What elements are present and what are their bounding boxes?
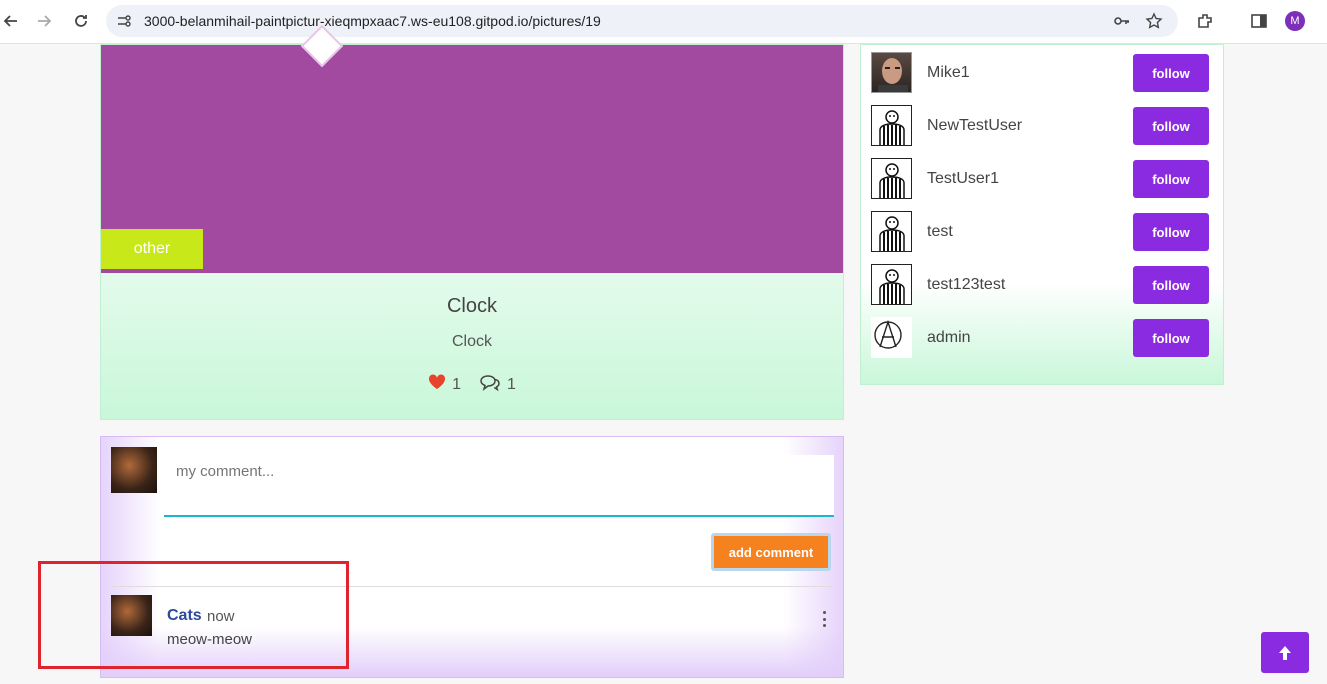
heart-icon[interactable] (428, 374, 446, 395)
side-panel-icon[interactable] (1248, 10, 1270, 32)
browser-toolbar: 3000-belanmihail-paintpictur-xieqmpxaac7… (0, 0, 1327, 44)
post-title: Clock (446, 295, 497, 317)
current-user-avatar (111, 447, 157, 493)
anarchy-avatar-icon[interactable] (871, 317, 912, 358)
user-row: admin follow (871, 317, 1211, 359)
likes-count: 1 (452, 375, 461, 393)
comments-icon[interactable] (479, 373, 501, 396)
user-row: Mike1 follow (871, 52, 1211, 94)
url-text[interactable]: 3000-belanmihail-paintpictur-xieqmpxaac7… (144, 13, 601, 29)
user-name[interactable]: Mike1 (927, 64, 970, 82)
suggested-users-panel: Mike1 follow NewTestUser follow TestUser… (860, 44, 1224, 385)
user-row: test follow (871, 211, 1211, 253)
default-avatar-icon[interactable] (871, 105, 912, 146)
profile-avatar[interactable]: M (1285, 11, 1305, 31)
follow-button[interactable]: follow (1133, 107, 1209, 145)
post-card: other Clock Clock 1 1 (100, 24, 844, 420)
user-row: test123test follow (871, 264, 1211, 306)
follow-button[interactable]: follow (1133, 319, 1209, 357)
scroll-to-top-button[interactable] (1261, 632, 1309, 673)
highlight-annotation (38, 561, 349, 669)
follow-button[interactable]: follow (1133, 213, 1209, 251)
post-description: Clock (451, 333, 492, 350)
comments-count: 1 (507, 375, 516, 393)
forward-arrow-icon[interactable] (33, 10, 55, 32)
add-comment-button[interactable]: add comment (711, 533, 831, 571)
user-avatar[interactable] (871, 52, 912, 93)
back-arrow-icon[interactable] (0, 10, 22, 32)
site-settings-icon[interactable] (114, 11, 134, 31)
follow-button[interactable]: follow (1133, 54, 1209, 92)
user-name[interactable]: test (927, 223, 953, 241)
address-bar[interactable]: 3000-belanmihail-paintpictur-xieqmpxaac7… (106, 5, 1178, 37)
reload-icon[interactable] (70, 10, 92, 32)
extensions-icon[interactable] (1194, 10, 1216, 32)
key-icon[interactable] (1112, 11, 1132, 31)
default-avatar-icon[interactable] (871, 158, 912, 199)
user-row: TestUser1 follow (871, 158, 1211, 200)
comment-input[interactable] (164, 455, 834, 517)
user-name[interactable]: test123test (927, 276, 1005, 294)
arrow-up-icon (1279, 645, 1291, 660)
follow-button[interactable]: follow (1133, 266, 1209, 304)
user-name[interactable]: NewTestUser (927, 117, 1022, 135)
post-stats: 1 1 (101, 373, 843, 396)
bookmark-star-icon[interactable] (1144, 11, 1164, 31)
user-name[interactable]: TestUser1 (927, 170, 999, 188)
more-options-icon[interactable] (817, 609, 831, 629)
default-avatar-icon[interactable] (871, 264, 912, 305)
follow-button[interactable]: follow (1133, 160, 1209, 198)
user-name[interactable]: admin (927, 329, 971, 347)
default-avatar-icon[interactable] (871, 211, 912, 252)
category-badge[interactable]: other (101, 229, 203, 269)
user-row: NewTestUser follow (871, 105, 1211, 147)
post-image[interactable]: other (101, 24, 843, 273)
